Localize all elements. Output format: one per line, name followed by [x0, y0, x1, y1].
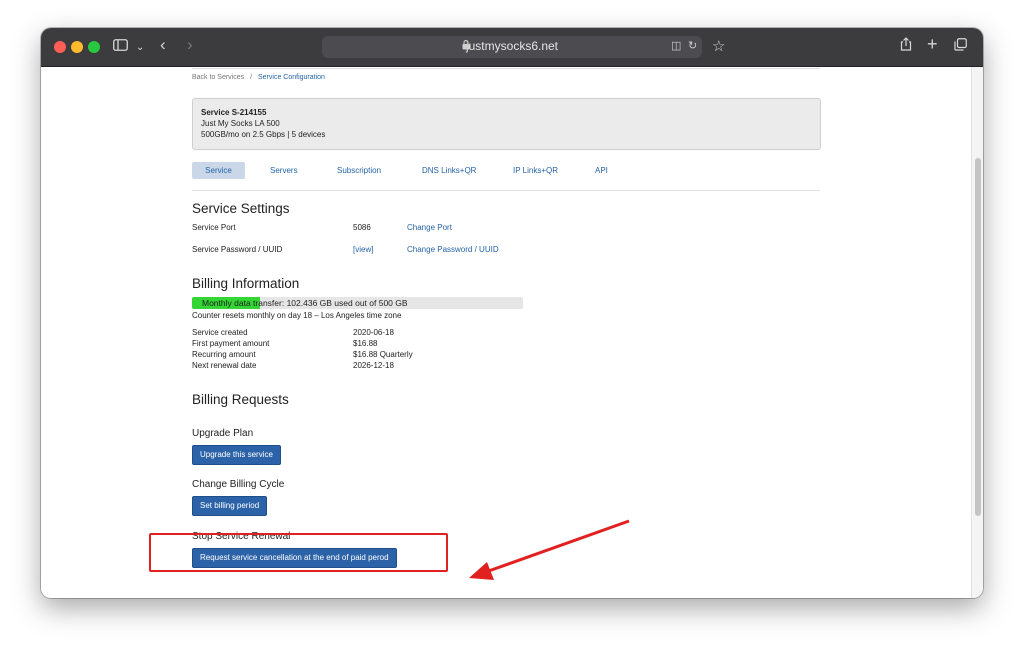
tabs-overview-icon[interactable] — [954, 37, 967, 57]
recurring-amount-value: $16.88 Quarterly — [353, 350, 413, 359]
close-window-button[interactable] — [54, 41, 66, 53]
vertical-scrollbar[interactable] — [971, 67, 983, 598]
breadcrumb-current[interactable]: Service Configuration — [258, 74, 325, 81]
upgrade-service-button[interactable]: Upgrade this service — [192, 445, 281, 465]
counter-reset-note: Counter resets monthly on day 18 – Los A… — [192, 311, 402, 320]
reload-icon[interactable]: ↻ — [688, 39, 697, 52]
billing-information-heading: Billing Information — [192, 276, 300, 291]
service-summary: Service S-214155 Just My Socks LA 500 50… — [192, 98, 821, 150]
forward-icon[interactable]: › — [187, 35, 193, 55]
annotation-highlight-box — [149, 533, 448, 572]
tab-dns-links[interactable]: DNS Links+QR — [422, 162, 476, 179]
tab-service[interactable]: Service — [192, 162, 245, 179]
new-tab-icon[interactable]: + — [927, 34, 938, 54]
tab-api[interactable]: API — [595, 162, 608, 179]
service-settings-heading: Service Settings — [192, 201, 290, 216]
browser-window: ⌄ ‹ › justmysocks6.net ◫ ↻ ☆ + Back to S… — [41, 28, 983, 598]
data-usage-text: Monthly data transfer: 102.436 GB used o… — [202, 298, 408, 308]
breadcrumb-separator: / — [250, 74, 253, 81]
sidebar-icon[interactable] — [113, 37, 128, 57]
billing-requests-heading: Billing Requests — [192, 392, 289, 407]
change-billing-cycle-heading: Change Billing Cycle — [192, 479, 285, 490]
star-icon[interactable]: ☆ — [712, 37, 725, 57]
service-created-value: 2020-06-18 — [353, 328, 394, 337]
service-port-label: Service Port — [192, 223, 236, 232]
tab-subscription[interactable]: Subscription — [337, 162, 381, 179]
first-payment-value: $16.88 — [353, 339, 378, 348]
share-icon[interactable] — [900, 37, 912, 57]
tab-servers[interactable]: Servers — [270, 162, 298, 179]
lock-icon — [462, 40, 470, 53]
recurring-amount-label: Recurring amount — [192, 350, 256, 359]
service-port-value: 5086 — [353, 223, 371, 232]
url-text: justmysocks6.net — [465, 39, 559, 53]
scrollbar-thumb[interactable] — [975, 158, 981, 516]
first-payment-label: First payment amount — [192, 339, 270, 348]
breadcrumb-back-link[interactable]: Back to Services — [192, 74, 244, 81]
service-spec: 500GB/mo on 2.5 Gbps | 5 devices — [201, 130, 326, 139]
tab-ip-links[interactable]: IP Links+QR — [513, 162, 558, 179]
upgrade-plan-heading: Upgrade Plan — [192, 428, 254, 439]
zoom-window-button[interactable] — [88, 41, 100, 53]
service-title: Service S-214155 — [201, 108, 267, 117]
view-password-link[interactable]: [view] — [353, 245, 373, 254]
service-plan: Just My Socks LA 500 — [201, 119, 280, 128]
next-renewal-label: Next renewal date — [192, 361, 257, 370]
service-password-label: Service Password / UUID — [192, 245, 283, 254]
service-created-label: Service created — [192, 328, 248, 337]
annotation-arrow-icon — [469, 519, 630, 580]
divider — [192, 190, 820, 191]
change-port-link[interactable]: Change Port — [407, 223, 452, 232]
divider — [192, 68, 820, 69]
set-billing-period-button[interactable]: Set billing period — [192, 496, 268, 516]
chevron-down-icon[interactable]: ⌄ — [136, 38, 144, 58]
address-bar[interactable]: justmysocks6.net ◫ ↻ — [322, 36, 702, 58]
translate-icon[interactable]: ◫ — [671, 39, 681, 52]
next-renewal-value: 2026-12-18 — [353, 361, 394, 370]
back-icon[interactable]: ‹ — [160, 35, 166, 55]
minimize-window-button[interactable] — [71, 41, 83, 53]
breadcrumb: Back to Services / Service Configuration — [192, 74, 325, 81]
data-usage-bar: Monthly data transfer: 102.436 GB used o… — [192, 297, 523, 309]
change-password-link[interactable]: Change Password / UUID — [407, 245, 499, 254]
page-content: Back to Services / Service Configuration… — [41, 67, 971, 598]
browser-toolbar: ⌄ ‹ › justmysocks6.net ◫ ↻ ☆ + — [41, 28, 983, 67]
